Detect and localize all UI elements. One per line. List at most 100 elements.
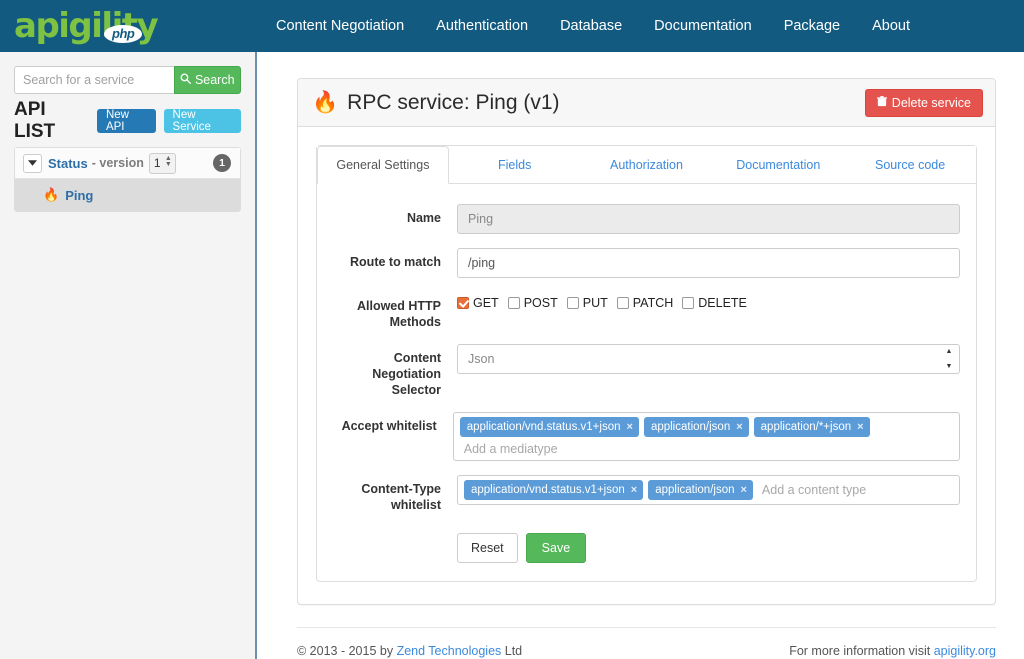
- nav-about[interactable]: About: [856, 0, 926, 52]
- http-method-delete[interactable]: DELETE: [682, 296, 747, 310]
- sidebar-item-label: Ping: [65, 187, 94, 203]
- content-type-whitelist-input[interactable]: application/vnd.status.v1+json × applicati…: [457, 475, 960, 505]
- flame-icon: 🔥: [43, 187, 60, 202]
- search-button[interactable]: Search: [173, 66, 241, 94]
- footer-copyright-prefix: © 2013 - 2015 by: [297, 644, 397, 658]
- api-service-count-badge: 1: [213, 154, 231, 172]
- service-panel: 🔥 RPC service: Ping (v1) Delete service …: [297, 78, 996, 605]
- tab-source-code[interactable]: Source code: [844, 146, 976, 184]
- http-method-label: POST: [523, 296, 558, 310]
- nav-authentication[interactable]: Authentication: [420, 0, 544, 52]
- http-method-patch[interactable]: PATCH: [616, 296, 674, 310]
- http-methods-label: Allowed HTTP Methods: [356, 299, 441, 329]
- http-method-put[interactable]: PUT: [566, 296, 608, 310]
- api-version-label: - version: [91, 156, 144, 170]
- checkbox-icon[interactable]: [507, 297, 520, 309]
- name-field[interactable]: [457, 204, 960, 234]
- apigility-org-link[interactable]: apigility.org: [934, 644, 996, 658]
- settings-tabs: General Settings Fields Authorization Docum…: [317, 146, 976, 184]
- remove-tag-icon[interactable]: ×: [736, 421, 742, 433]
- api-version-stepper[interactable]: 1 ▲ ▼: [148, 152, 176, 174]
- tab-label: Fields: [498, 158, 532, 172]
- checkbox-icon[interactable]: [457, 297, 469, 309]
- accept-whitelist-tag[interactable]: application/json ×: [643, 417, 749, 437]
- tag-label: application/*+json: [760, 421, 852, 433]
- search-input[interactable]: [14, 66, 174, 94]
- http-method-label: GET: [473, 296, 499, 310]
- nav-database[interactable]: Database: [544, 0, 638, 52]
- main-content: 🔥 RPC service: Ping (v1) Delete service …: [259, 52, 1024, 659]
- sidebar-item-ping[interactable]: 🔥 Ping: [15, 179, 240, 211]
- chevron-down-icon[interactable]: [23, 153, 42, 173]
- route-label: Route to match: [350, 255, 441, 269]
- field-row-http-methods: Allowed HTTP Methods GET POST PUT PATCH DELE…: [325, 292, 960, 330]
- tab-authorization[interactable]: Authorization: [581, 146, 713, 184]
- tab-label: Authorization: [610, 158, 683, 172]
- footer-info: For more information visit apigility.org: [789, 644, 996, 658]
- sidebar: Search API LIST New API New Service Stat…: [0, 52, 257, 659]
- route-field[interactable]: [457, 248, 960, 278]
- brand-php-badge: php: [104, 25, 143, 43]
- http-method-label: PUT: [582, 296, 608, 310]
- http-method-get[interactable]: GET: [457, 296, 499, 310]
- nav-package[interactable]: Package: [768, 0, 856, 52]
- remove-tag-icon[interactable]: ×: [740, 484, 746, 496]
- search-icon: [180, 73, 191, 87]
- remove-tag-icon[interactable]: ×: [627, 421, 633, 433]
- tab-label: Source code: [874, 158, 946, 172]
- checkbox-icon[interactable]: [682, 297, 695, 309]
- field-row-route: Route to match: [325, 248, 960, 278]
- remove-tag-icon[interactable]: ×: [631, 484, 637, 496]
- api-version-value: 1: [153, 156, 161, 170]
- api-name-label: Status: [48, 155, 88, 171]
- content-type-whitelist-tag[interactable]: application/vnd.status.v1+json ×: [464, 480, 644, 500]
- accept-whitelist-tag[interactable]: application/vnd.status.v1+json ×: [459, 417, 639, 437]
- nav-content-negotiation[interactable]: Content Negotiation: [260, 0, 420, 52]
- page-title: 🔥 RPC service: Ping (v1): [312, 91, 560, 115]
- checkbox-icon[interactable]: [616, 297, 629, 309]
- brand-logo[interactable]: apigility php: [0, 0, 260, 52]
- service-panel-header: 🔥 RPC service: Ping (v1) Delete service: [298, 79, 995, 127]
- nav-documentation[interactable]: Documentation: [638, 0, 768, 52]
- selector-label: Content Negotiation Selector: [372, 351, 441, 397]
- stepper-arrows-icon: ▲ ▼: [164, 154, 172, 168]
- save-button[interactable]: Save: [525, 533, 587, 563]
- api-list-header: API LIST New API New Service: [14, 99, 241, 142]
- form-actions: Reset Save: [325, 533, 960, 563]
- footer-copyright-suffix: Ltd: [501, 644, 523, 658]
- tag-placeholder[interactable]: Add a mediatype: [460, 442, 558, 456]
- accept-whitelist-label: Accept whitelist: [341, 419, 437, 433]
- http-method-post[interactable]: POST: [507, 296, 558, 310]
- tag-label: application/json: [655, 484, 735, 496]
- accept-whitelist-input[interactable]: application/vnd.status.v1+json × applicati…: [452, 412, 960, 461]
- page-title-text: RPC service: Ping (v1): [347, 90, 560, 114]
- tab-label: Documentation: [736, 158, 821, 172]
- remove-tag-icon[interactable]: ×: [857, 421, 863, 433]
- delete-service-button[interactable]: Delete service: [864, 88, 983, 117]
- new-service-button[interactable]: New Service: [163, 109, 241, 133]
- footer: © 2013 - 2015 by Zend Technologies Ltd F…: [297, 627, 996, 658]
- tab-label: General Settings: [336, 158, 430, 172]
- tag-placeholder[interactable]: Add a content type: [758, 483, 866, 497]
- content-negotiation-selector[interactable]: [457, 344, 960, 374]
- service-panel-body: General Settings Fields Authorization Docum…: [298, 127, 995, 604]
- zend-technologies-link[interactable]: Zend Technologies: [397, 644, 502, 658]
- api-list-panel: Status - version 1 ▲ ▼ 1 🔥 Ping: [14, 147, 241, 212]
- http-method-label: PATCH: [632, 296, 674, 310]
- field-row-content-type-whitelist: Content-Type whitelist application/vnd.s…: [325, 475, 960, 513]
- accept-whitelist-tag[interactable]: application/*+json ×: [753, 417, 870, 437]
- name-label: Name: [406, 211, 441, 225]
- new-api-button[interactable]: New API: [96, 109, 156, 133]
- tab-fields[interactable]: Fields: [449, 146, 581, 184]
- reset-button[interactable]: Reset: [457, 533, 518, 563]
- field-row-name: Name: [325, 204, 960, 234]
- top-navbar: apigility php Content Negotiation Authent…: [0, 0, 1024, 52]
- http-method-label: DELETE: [698, 296, 747, 310]
- content-type-whitelist-tag[interactable]: application/json ×: [648, 480, 753, 500]
- http-methods-group: GET POST PUT PATCH DELETE: [457, 292, 960, 310]
- api-group-status[interactable]: Status - version 1 ▲ ▼ 1: [15, 148, 240, 179]
- field-row-selector: Content Negotiation Selector ▲▼: [325, 344, 960, 398]
- checkbox-icon[interactable]: [566, 297, 579, 309]
- tab-documentation[interactable]: Documentation: [712, 146, 844, 184]
- tab-general-settings[interactable]: General Settings: [317, 146, 449, 184]
